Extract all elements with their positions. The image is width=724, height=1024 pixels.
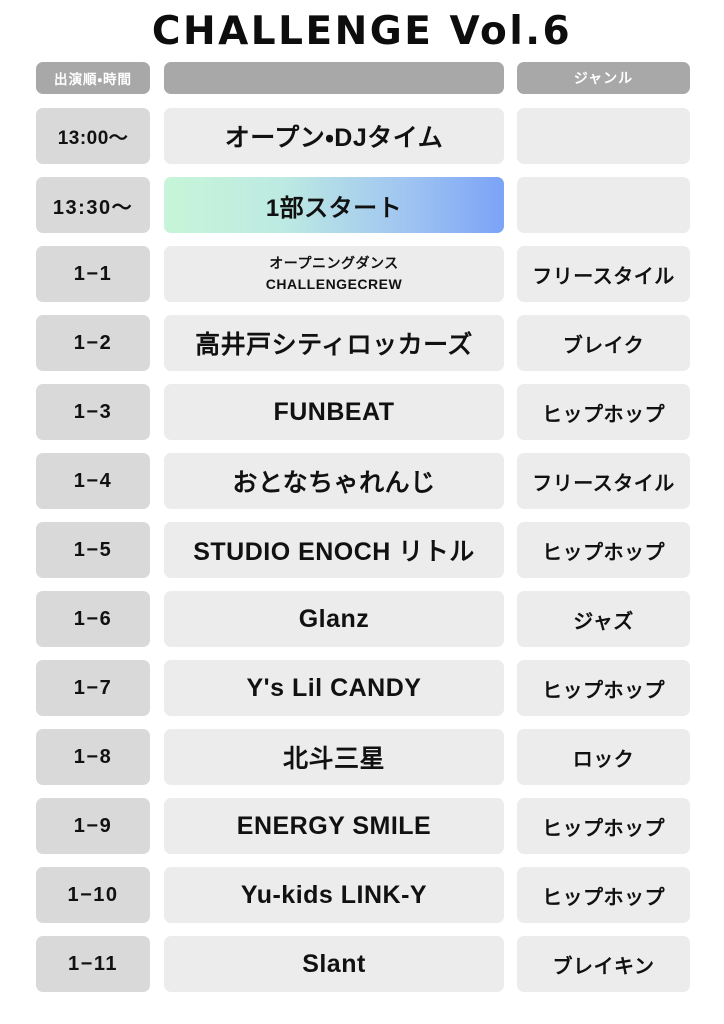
cell-performance-name: Y's Lil CANDY <box>164 660 504 716</box>
cell-genre: ヒップホップ <box>517 660 690 716</box>
cell-performance-name: ENERGY SMILE <box>164 798 504 854</box>
timetable: 出演順・時間 ジャンル 13:00〜 オープン・DJタイム 13:30〜 1部スタート… <box>0 62 724 992</box>
table-header-row: 出演順・時間 ジャンル <box>36 62 690 94</box>
cell-performance-name: おとなちゃれんじ <box>164 453 504 509</box>
header-cell-name <box>164 62 504 94</box>
table-row: 1−11 Slant ブレイキン <box>36 936 690 992</box>
cell-performance-name: FUNBEAT <box>164 384 504 440</box>
cell-order: 13:00〜 <box>36 108 150 164</box>
cell-performance-name: 1部スタート <box>164 177 504 233</box>
table-row: 1−7 Y's Lil CANDY ヒップホップ <box>36 660 690 716</box>
table-row: 1−5 STUDIO ENOCH リトル ヒップホップ <box>36 522 690 578</box>
table-row: 1−1 オープニングダンス CHALLENGECREW フリースタイル <box>36 246 690 302</box>
cell-order: 1−5 <box>36 522 150 578</box>
header-cell-order: 出演順・時間 <box>36 62 150 94</box>
cell-performance-name: STUDIO ENOCH リトル <box>164 522 504 578</box>
cell-genre: ジャズ <box>517 591 690 647</box>
event-timetable-page: CHALLENGE Vol.6 出演順・時間 ジャンル 13:00〜 オープン・D… <box>0 0 724 1024</box>
cell-genre: フリースタイル <box>517 453 690 509</box>
table-row: 13:30〜 1部スタート <box>36 177 690 233</box>
cell-genre: ヒップホップ <box>517 867 690 923</box>
table-row: 1−9 ENERGY SMILE ヒップホップ <box>36 798 690 854</box>
table-row: 1−10 Yu-kids LINK-Y ヒップホップ <box>36 867 690 923</box>
table-row: 1−4 おとなちゃれんじ フリースタイル <box>36 453 690 509</box>
cell-order: 1−3 <box>36 384 150 440</box>
cell-performance-name: Slant <box>164 936 504 992</box>
cell-order: 13:30〜 <box>36 177 150 233</box>
cell-genre: ヒップホップ <box>517 522 690 578</box>
cell-genre: ブレイキン <box>517 936 690 992</box>
header-cell-genre: ジャンル <box>517 62 690 94</box>
cell-performance-name: オープニングダンス CHALLENGECREW <box>164 246 504 302</box>
cell-genre: フリースタイル <box>517 246 690 302</box>
performance-name-line-2: CHALLENGECREW <box>265 276 403 292</box>
table-row: 1−8 北斗三星 ロック <box>36 729 690 785</box>
cell-order: 1−11 <box>36 936 150 992</box>
cell-order: 1−7 <box>36 660 150 716</box>
cell-performance-name: Yu-kids LINK-Y <box>164 867 504 923</box>
table-row: 1−3 FUNBEAT ヒップホップ <box>36 384 690 440</box>
cell-genre: ブレイク <box>517 315 690 371</box>
cell-order: 1−8 <box>36 729 150 785</box>
cell-order: 1−4 <box>36 453 150 509</box>
cell-performance-name: Glanz <box>164 591 504 647</box>
cell-genre: ヒップホップ <box>517 798 690 854</box>
cell-genre <box>517 177 690 233</box>
cell-order: 1−6 <box>36 591 150 647</box>
page-title: CHALLENGE Vol.6 <box>151 8 573 54</box>
cell-order: 1−1 <box>36 246 150 302</box>
cell-performance-name: オープン・DJタイム <box>164 108 504 164</box>
cell-order: 1−10 <box>36 867 150 923</box>
table-row: 13:00〜 オープン・DJタイム <box>36 108 690 164</box>
table-row: 1−6 Glanz ジャズ <box>36 591 690 647</box>
table-body: 13:00〜 オープン・DJタイム 13:30〜 1部スタート 1−1 オープニングダンス… <box>36 108 690 992</box>
cell-genre: ロック <box>517 729 690 785</box>
cell-genre <box>517 108 690 164</box>
cell-performance-name: 北斗三星 <box>164 729 504 785</box>
cell-performance-name: 高井戸シティロッカーズ <box>164 315 504 371</box>
cell-order: 1−9 <box>36 798 150 854</box>
table-row: 1−2 高井戸シティロッカーズ ブレイク <box>36 315 690 371</box>
title-bar: CHALLENGE Vol.6 <box>0 0 724 62</box>
cell-order: 1−2 <box>36 315 150 371</box>
performance-name-line-1: オープニングダンス <box>269 255 399 271</box>
cell-genre: ヒップホップ <box>517 384 690 440</box>
